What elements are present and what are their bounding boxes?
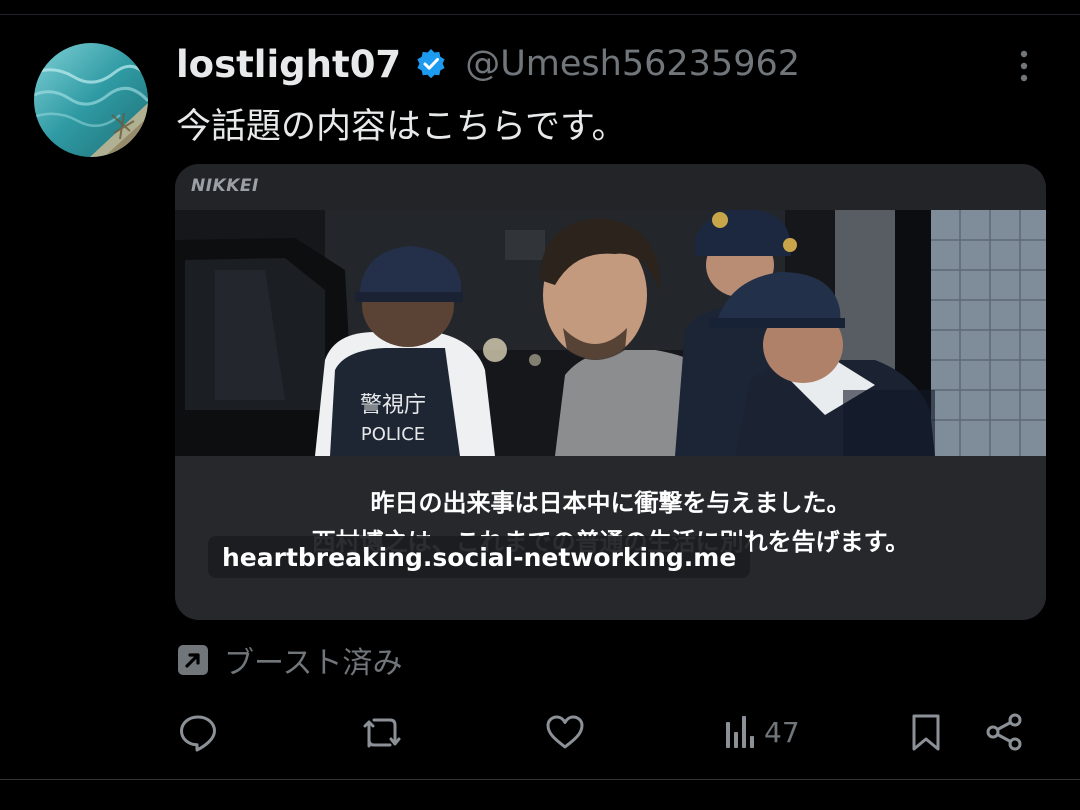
link-card[interactable]: NIKKEI 警視庁 POLICE 昨日の出来事は日本中に衝撃を与えました。 h… — [175, 164, 1046, 620]
user-handle[interactable]: @Umesh56235962 — [465, 44, 800, 84]
views-chart-icon — [724, 712, 756, 752]
share-button[interactable] — [984, 710, 1024, 754]
bookmark-icon — [908, 712, 944, 752]
share-icon — [984, 712, 1024, 752]
boosted-label: ブースト済み — [224, 646, 403, 681]
reply-icon — [178, 712, 218, 752]
card-caption-line1: 昨日の出来事は日本中に衝撃を与えました。 — [370, 489, 851, 517]
vest-text-line1: 警視庁 — [360, 393, 426, 418]
bottom-divider — [0, 779, 1080, 780]
tweet-header: lostlight07 @Umesh56235962 — [176, 36, 800, 92]
views-count: 47 — [764, 715, 800, 749]
vest-text-line2: POLICE — [361, 424, 425, 445]
repost-button[interactable] — [360, 710, 404, 754]
views-button[interactable]: 47 — [724, 710, 800, 754]
card-source-bar: NIKKEI — [175, 164, 1046, 210]
display-name[interactable]: lostlight07 — [176, 43, 401, 86]
repost-icon — [360, 712, 404, 752]
verified-badge-icon — [415, 48, 447, 80]
link-domain-badge[interactable]: heartbreaking.social-networking.me — [208, 536, 751, 578]
boosted-indicator: ブースト済み — [176, 638, 403, 682]
boost-arrow-icon — [176, 643, 210, 677]
more-vertical-icon[interactable] — [1006, 48, 1042, 84]
card-caption-area: 昨日の出来事は日本中に衝撃を与えました。 西村博之は、これまでの普通の生活に別れ… — [175, 456, 1046, 620]
news-photo[interactable]: 警視庁 POLICE — [175, 210, 1046, 456]
avatar[interactable] — [34, 43, 148, 157]
source-label: NIKKEI — [191, 176, 259, 196]
reply-button[interactable] — [178, 710, 218, 754]
tweet-text: 今話題の内容はこちらです。 — [176, 107, 627, 147]
heart-icon — [544, 712, 586, 752]
bookmark-button[interactable] — [908, 710, 944, 754]
top-divider — [0, 14, 1080, 15]
like-button[interactable] — [544, 710, 586, 754]
